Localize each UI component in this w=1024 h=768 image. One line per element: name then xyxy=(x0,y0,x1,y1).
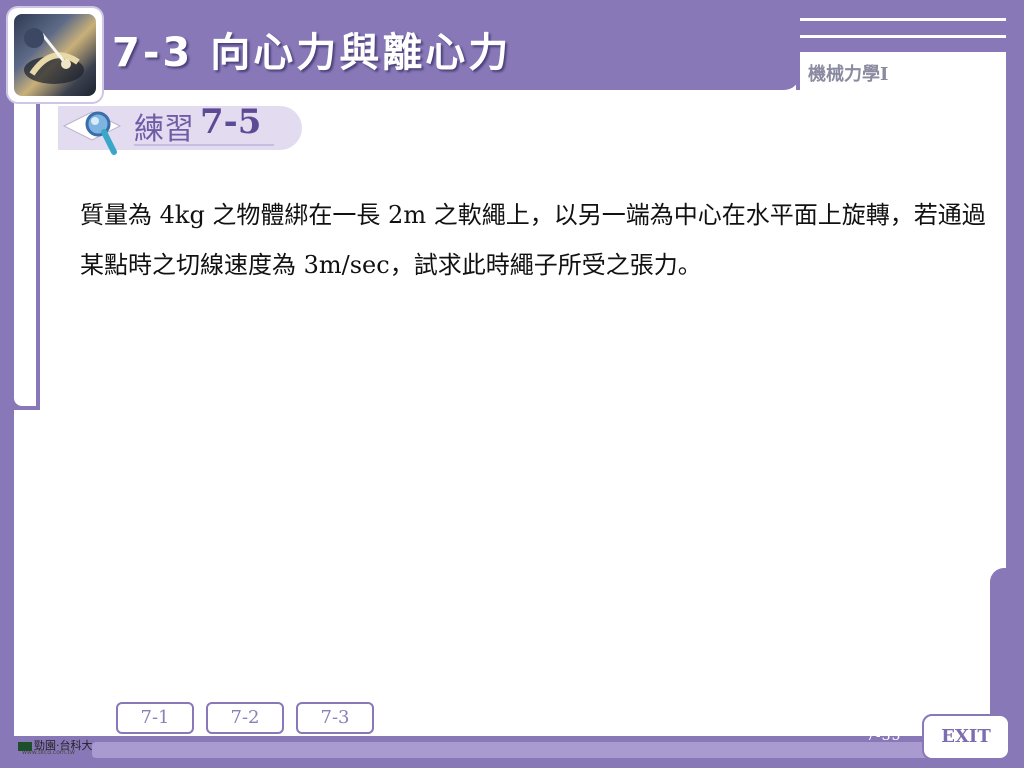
exit-button[interactable]: EXIT xyxy=(922,714,1010,760)
question-text: 質量為 4kg 之物體綁在一長 2m 之軟繩上，以另一端為中心在水平面上旋轉，若… xyxy=(80,201,986,279)
subject-label: 機械力學I xyxy=(808,64,889,85)
header-stripe xyxy=(800,35,1008,38)
chapter-image xyxy=(14,14,96,96)
publisher-url: www.tkcd.com.tw xyxy=(22,749,75,756)
nav-button-7-1[interactable]: 7-1 xyxy=(116,702,194,734)
left-frame-lower xyxy=(0,405,14,768)
page-title: 7-3 向心力與離心力 xyxy=(112,30,512,76)
magnifier-icon xyxy=(62,104,132,158)
exercise-underline xyxy=(134,144,274,146)
nav-button-7-3[interactable]: 7-3 xyxy=(296,702,374,734)
exercise-number: 7-5 xyxy=(200,102,262,142)
exercise-label: 練習 xyxy=(134,112,194,147)
nav-button-7-2[interactable]: 7-2 xyxy=(206,702,284,734)
page-number: 7-35 xyxy=(866,728,902,744)
bottom-bar-highlight xyxy=(92,742,932,758)
left-frame-inner xyxy=(14,88,36,406)
header-stripe xyxy=(800,18,1008,21)
